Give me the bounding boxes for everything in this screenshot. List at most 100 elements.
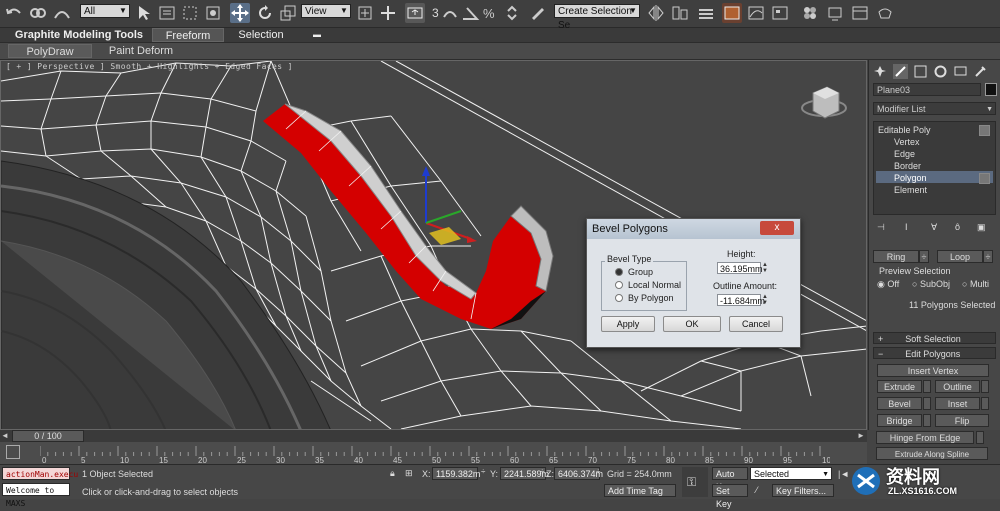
inset-settings-icon[interactable] [981,397,989,410]
apply-button[interactable]: Apply [601,316,655,332]
flip-button[interactable]: Flip [935,414,989,427]
polydraw-button[interactable]: PolyDraw [8,44,92,58]
bridge-settings-icon[interactable] [923,414,931,427]
stack-item-vertex[interactable]: Vertex [894,137,920,147]
add-time-tag-button[interactable]: Add Time Tag [604,484,676,497]
radio-by-polygon[interactable]: By Polygon [615,293,674,303]
pivot-center-icon[interactable] [355,3,375,23]
ring-button[interactable]: Ring [873,250,919,263]
rotate-icon[interactable] [255,3,275,23]
outline-amount-field[interactable]: -11.684mm [717,294,765,306]
render-setup-icon[interactable] [825,3,845,23]
key-filters-button[interactable]: Key Filters... [772,484,834,497]
set-key-button[interactable]: Set Key [712,484,748,509]
track-bar[interactable]: 0 5 10 15 20 25 30 35 40 45 50 55 60 65 70 75 80 85 90 95 10… [0,442,867,464]
rendered-frame-window-icon[interactable] [850,3,870,23]
align-icon[interactable] [670,3,690,23]
extrude-along-spline-button[interactable]: Extrude Along Spline [876,447,988,460]
schematic-view-icon[interactable] [770,3,790,23]
inset-button[interactable]: Inset [935,397,980,410]
modifier-list-dropdown[interactable]: Modifier List ▼ [873,102,996,115]
bevel-settings-icon[interactable] [923,397,931,410]
preview-subobj-radio[interactable]: ○ SubObj [912,279,950,289]
tab-freeform[interactable]: Freeform [152,28,224,42]
loop-spinner-icon[interactable]: ÷ [983,250,993,263]
percent-snap-icon[interactable]: % [480,3,500,23]
tab-selection[interactable]: Selection [228,28,294,42]
preview-multi-radio[interactable]: ○ Multi [962,279,989,289]
graphite-toggle-icon[interactable] [722,3,742,23]
stack-item-editable-poly[interactable]: Editable Poly [878,125,931,135]
spinner-snap-icon[interactable] [502,3,522,23]
stack-item-border[interactable]: Border [894,161,921,171]
select-object-icon[interactable] [134,3,154,23]
lock-selection-icon[interactable]: 🔒︎ [390,468,395,479]
ok-button[interactable]: OK [663,316,721,332]
x-coordinate-field[interactable]: 1159.382m [432,467,480,480]
viewport-label[interactable]: [ + ] Perspective ] Smooth + Highlights … [6,62,293,71]
z-spinner-icon[interactable]: ÷ [596,467,600,476]
make-unique-icon[interactable]: ∀ [931,222,937,233]
set-key-big-button[interactable]: ⚿ [682,467,708,497]
radio-group[interactable]: Group [615,267,653,277]
height-field[interactable]: 36.195mm [717,262,763,274]
prev-frame-icon[interactable]: ◄ [0,430,10,442]
reference-coordinate-dropdown[interactable]: View ▼ [301,4,351,18]
stack-item-edge[interactable]: Edge [894,149,915,159]
outline-button[interactable]: Outline [935,380,980,393]
hinge-settings-icon[interactable] [976,431,984,444]
viewcube[interactable] [801,86,847,119]
outline-settings-icon[interactable] [981,380,989,393]
select-manipulate-icon[interactable] [378,3,398,23]
bevel-button[interactable]: Bevel [877,397,922,410]
object-color-swatch[interactable] [985,83,997,96]
paint-deform-button[interactable]: Paint Deform [93,44,189,58]
mini-curve-editor-icon[interactable] [6,445,20,459]
snap-toggle-icon[interactable] [440,3,460,23]
edit-polygons-rollout[interactable]: − Edit Polygons [873,347,996,359]
stack-item-element[interactable]: Element [894,185,927,195]
named-selection-dropdown[interactable]: Create Selection Se ▼ [554,4,640,31]
configure-sets-icon[interactable]: ▣ [977,222,986,233]
show-end-result-icon[interactable]: Ι [905,222,908,232]
stack-item-polygon[interactable]: Polygon [894,173,927,183]
mirror-icon[interactable] [646,3,666,23]
stack-toggle-icon[interactable] [979,173,990,184]
insert-vertex-button[interactable]: Insert Vertex [877,364,989,377]
height-spinner-icon[interactable]: ▲ ▼ [762,262,768,274]
loop-button[interactable]: Loop [937,250,983,263]
auto-key-button[interactable]: Auto Key [712,467,748,492]
close-button[interactable]: x [760,221,794,235]
default-tangent-icon[interactable]: ⁄ [756,485,758,495]
soft-selection-rollout[interactable]: + Soft Selection [873,332,996,344]
select-by-name-icon[interactable] [157,3,177,23]
create-tab-icon[interactable] [873,64,888,79]
remove-modifier-icon[interactable]: ô [955,222,960,232]
move-gizmo[interactable] [422,166,477,245]
x-spinner-icon[interactable]: ÷ [481,467,485,476]
maxscript-listener-line-2[interactable]: Welcome to MAXS [2,483,70,508]
selection-filter-dropdown[interactable]: All ▼ [80,4,130,18]
extrude-button[interactable]: Extrude [877,380,922,393]
motion-tab-icon[interactable] [933,64,948,79]
bind-space-warp-icon[interactable] [52,3,72,23]
object-name-field[interactable]: Plane03 [873,83,981,96]
snap-value[interactable]: 3 [432,6,439,20]
y-spinner-icon[interactable]: ÷ [540,467,544,476]
layer-manager-icon[interactable] [696,3,716,23]
rect-selection-icon[interactable] [180,3,200,23]
time-slider[interactable]: ◄ 0 / 100 ► [0,430,867,442]
time-slider-thumb[interactable]: 0 / 100 [12,430,84,442]
maxscript-listener-line-1[interactable]: actionMan.execu [2,467,78,480]
cancel-button[interactable]: Cancel [729,316,783,332]
display-tab-icon[interactable] [953,64,968,79]
material-editor-icon[interactable] [800,3,820,23]
curve-editor-icon[interactable] [746,3,766,23]
scale-icon[interactable] [278,3,298,23]
hinge-from-edge-button[interactable]: Hinge From Edge [876,431,974,444]
ring-spinner-icon[interactable]: ÷ [919,250,929,263]
ribbon-minimize-icon[interactable]: ▬ [310,28,324,42]
key-mode-dropdown[interactable]: Selected ▼ [750,467,832,480]
next-frame-icon[interactable]: ► [856,430,866,442]
link-icon[interactable] [28,3,48,23]
